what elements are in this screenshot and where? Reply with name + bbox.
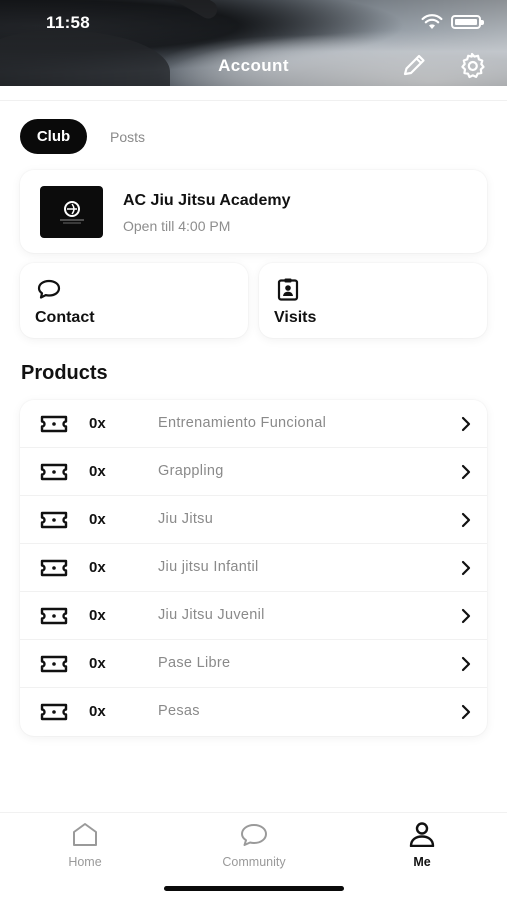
product-name: Entrenamiento Funcional	[158, 415, 327, 431]
product-count: 0x	[89, 559, 106, 576]
visits-button[interactable]: Visits	[259, 263, 487, 338]
nav-home[interactable]: Home	[35, 818, 135, 869]
status-time: 11:58	[46, 13, 91, 32]
product-name: Jiu Jitsu	[158, 511, 214, 527]
wifi-icon	[421, 14, 443, 29]
club-card[interactable]: AC Jiu Jitsu Academy Open till 4:00 PM	[20, 170, 487, 253]
ticket-icon	[40, 511, 68, 529]
nav-community-label: Community	[222, 855, 286, 869]
product-row[interactable]: 0x Jiu Jitsu Juvenil	[20, 592, 487, 640]
product-row[interactable]: 0x Entrenamiento Funcional	[20, 400, 487, 448]
tab-posts[interactable]: Posts	[104, 119, 151, 154]
ticket-icon	[40, 703, 68, 721]
chevron-right-icon	[461, 512, 471, 528]
nav-me-label: Me	[413, 855, 431, 869]
ticket-icon	[40, 463, 68, 481]
product-name: Grappling	[158, 463, 224, 479]
product-count: 0x	[89, 415, 106, 432]
chevron-right-icon	[461, 464, 471, 480]
club-logo-emblem	[59, 201, 84, 224]
product-name: Pesas	[158, 703, 200, 719]
ticket-icon	[40, 559, 68, 577]
tab-club[interactable]: Club	[20, 119, 87, 154]
contact-button[interactable]: Contact	[20, 263, 248, 338]
chevron-right-icon	[461, 560, 471, 576]
home-indicator	[164, 886, 344, 891]
chat-bubble-icon	[241, 824, 267, 846]
bottom-nav-divider	[0, 812, 507, 813]
chevron-right-icon	[461, 416, 471, 432]
club-hours: Open till 4:00 PM	[123, 218, 231, 234]
visits-label: Visits	[274, 309, 317, 326]
id-badge-icon	[277, 278, 299, 301]
ticket-icon	[40, 655, 68, 673]
chat-bubble-icon	[37, 279, 61, 299]
club-logo	[40, 186, 103, 238]
product-list: 0x Entrenamiento Funcional 0x Grappling …	[20, 400, 487, 736]
club-name: AC Jiu Jitsu Academy	[123, 192, 291, 209]
products-heading: Products	[21, 362, 108, 384]
product-name: Jiu jitsu Infantil	[158, 559, 259, 575]
product-name: Pase Libre	[158, 655, 231, 671]
product-row[interactable]: 0x Jiu jitsu Infantil	[20, 544, 487, 592]
person-icon	[409, 822, 435, 847]
status-icons	[421, 14, 484, 30]
chevron-right-icon	[461, 608, 471, 624]
divider	[0, 100, 507, 101]
nav-me[interactable]: Me	[372, 818, 472, 869]
home-icon	[73, 823, 97, 846]
gear-icon[interactable]	[457, 51, 487, 81]
product-row[interactable]: 0x Pesas	[20, 688, 487, 736]
product-count: 0x	[89, 463, 106, 480]
pencil-icon[interactable]	[400, 53, 428, 79]
product-count: 0x	[89, 607, 106, 624]
product-count: 0x	[89, 655, 106, 672]
product-count: 0x	[89, 703, 106, 720]
product-name: Jiu Jitsu Juvenil	[158, 607, 265, 623]
product-count: 0x	[89, 511, 106, 528]
ticket-icon	[40, 607, 68, 625]
product-row[interactable]: 0x Jiu Jitsu	[20, 496, 487, 544]
product-row[interactable]: 0x Pase Libre	[20, 640, 487, 688]
nav-community[interactable]: Community	[204, 818, 304, 869]
product-row[interactable]: 0x Grappling	[20, 448, 487, 496]
contact-label: Contact	[35, 309, 95, 326]
chevron-right-icon	[461, 656, 471, 672]
battery-icon	[451, 15, 484, 29]
nav-home-label: Home	[68, 855, 102, 869]
header: 11:58 Account	[0, 0, 507, 86]
ticket-icon	[40, 415, 68, 433]
chevron-right-icon	[461, 704, 471, 720]
page-title: Account	[218, 56, 289, 75]
